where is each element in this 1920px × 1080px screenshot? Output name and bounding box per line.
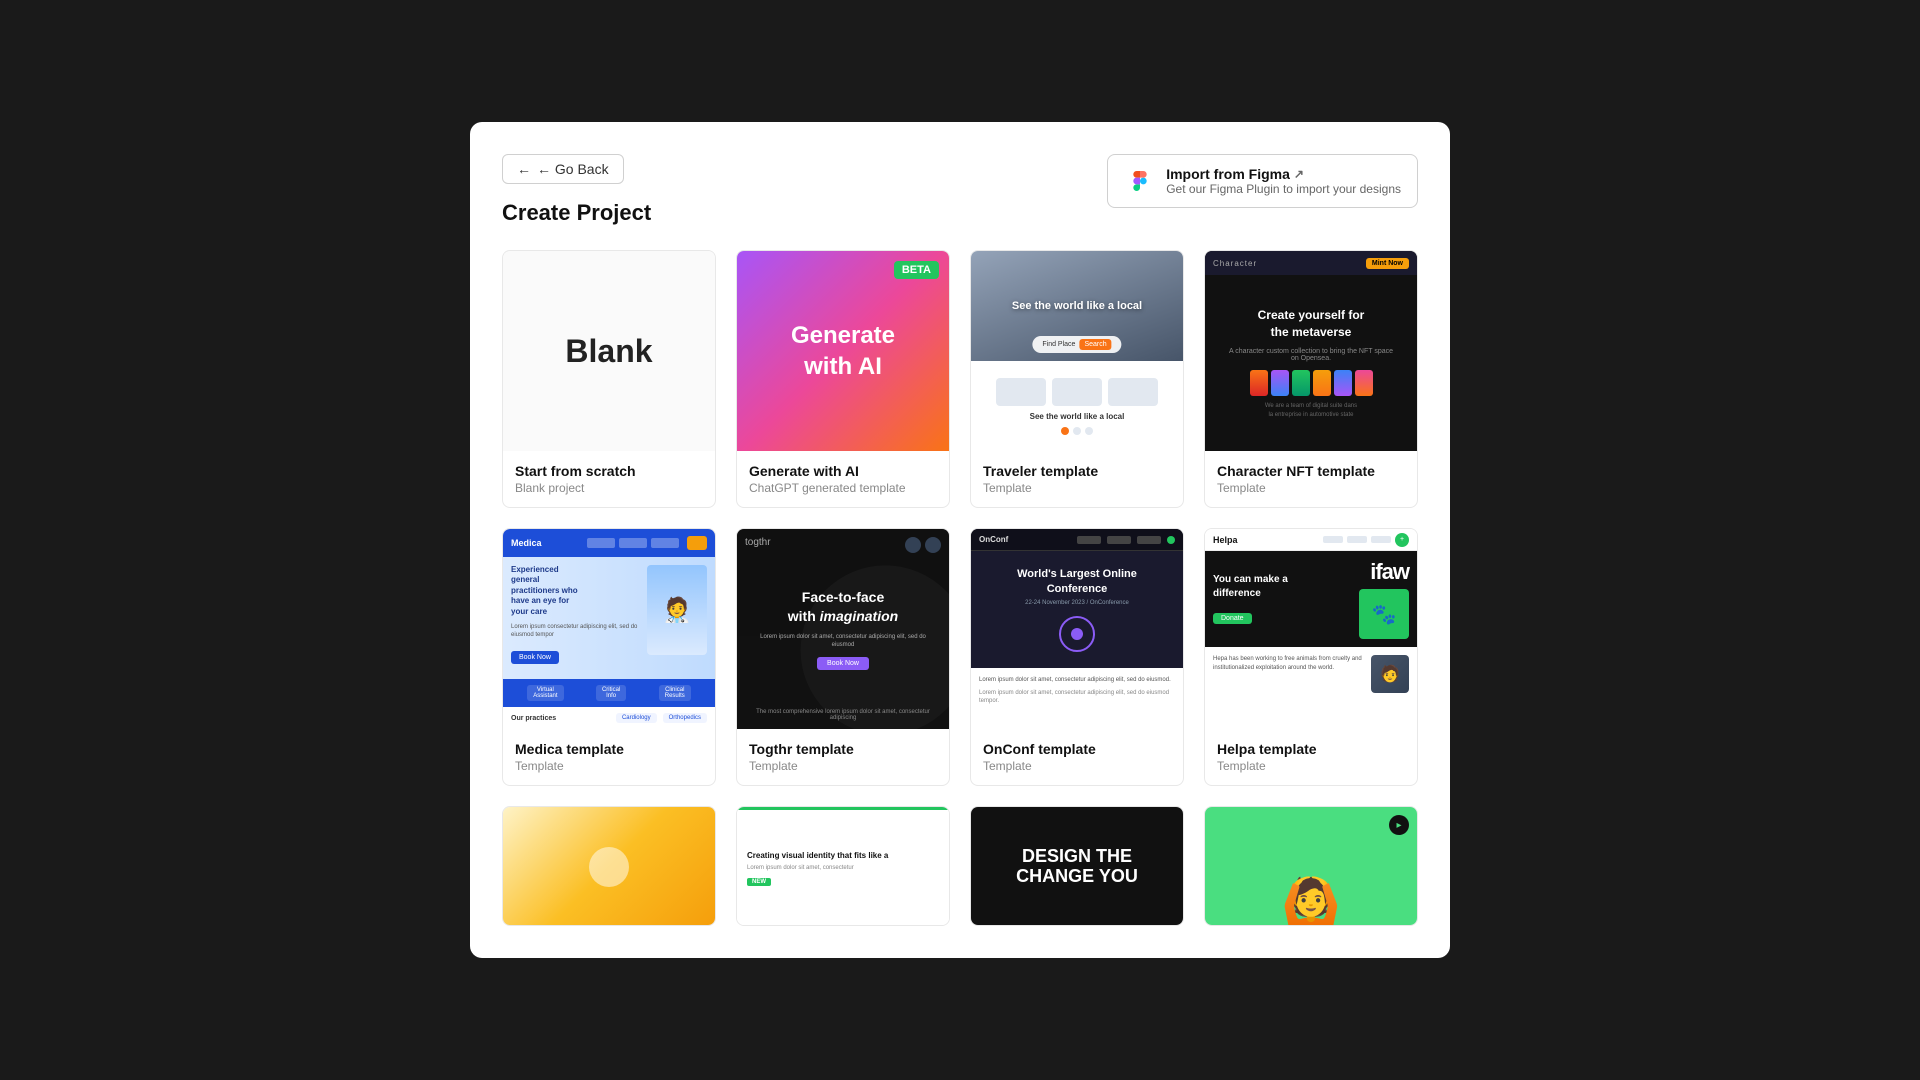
partial-card-3[interactable]: DESIGN THECHANGE YOU	[970, 806, 1184, 926]
nft-title-text: Create yourself forthe metaverse	[1225, 307, 1397, 341]
onconf-card-title: OnConf template	[983, 741, 1171, 757]
traveler-thumbnail: See the world like a local Find Place Se…	[971, 251, 1183, 451]
blank-card-title: Start from scratch	[515, 463, 703, 479]
helpa-card-subtitle: Template	[1217, 759, 1405, 773]
helpa-brand: Helpa	[1213, 535, 1238, 545]
partial-thumb-1	[503, 807, 715, 926]
blank-label: Blank	[565, 333, 652, 370]
figma-import-text: Import from Figma ↗ Get our Figma Plugin…	[1166, 166, 1401, 196]
ai-card-info: Generate with AI ChatGPT generated templ…	[737, 451, 949, 507]
nft-card[interactable]: Character Mint Now Create yourself forth…	[1204, 250, 1418, 508]
nft-card-subtitle: Template	[1217, 481, 1405, 495]
togthr-thumbnail: togthr Face-to-facewith imagination Lore…	[737, 529, 949, 729]
templates-grid: Blank Start from scratch Blank project B…	[502, 250, 1418, 926]
partial-thumb-3: DESIGN THECHANGE YOU	[971, 807, 1183, 926]
ai-card[interactable]: BETA Generatewith AI Generate with AI Ch…	[736, 250, 950, 508]
onconf-hero-title: World's Largest OnlineConference	[1017, 567, 1137, 596]
medica-card-info: Medica template Template	[503, 729, 715, 785]
togthr-card-title: Togthr template	[749, 741, 937, 757]
figma-import-sub-text: Get our Figma Plugin to import your desi…	[1166, 182, 1401, 196]
traveler-card[interactable]: See the world like a local Find Place Se…	[970, 250, 1184, 508]
nft-thumbnail: Character Mint Now Create yourself forth…	[1205, 251, 1417, 451]
blank-card[interactable]: Blank Start from scratch Blank project	[502, 250, 716, 508]
modal-header: ← ← Go Back Create Project Import from F…	[502, 154, 1418, 226]
nft-card-info: Character NFT template Template	[1205, 451, 1417, 507]
traveler-card-info: Traveler template Template	[971, 451, 1183, 507]
partial-card-1[interactable]	[502, 806, 716, 926]
onconf-thumbnail: OnConf World's Largest OnlineConference …	[971, 529, 1183, 729]
helpa-card-info: Helpa template Template	[1205, 729, 1417, 785]
blank-card-subtitle: Blank project	[515, 481, 703, 495]
figma-import-button[interactable]: Import from Figma ↗ Get our Figma Plugin…	[1107, 154, 1418, 208]
helpa-card-title: Helpa template	[1217, 741, 1405, 757]
create-project-modal: ← ← Go Back Create Project Import from F…	[470, 122, 1450, 958]
togthr-logo: togthr	[745, 537, 771, 548]
helpa-hero-text: You can make adifference	[1213, 573, 1351, 601]
partial-thumb-2: Creating visual identity that fits like …	[737, 807, 949, 926]
togthr-card-subtitle: Template	[749, 759, 937, 773]
togthr-button: Book Now	[817, 657, 869, 670]
togthr-card-info: Togthr template Template	[737, 729, 949, 785]
external-link-icon: ↗	[1294, 167, 1304, 181]
traveler-local-text: See the world like a local	[1030, 412, 1125, 421]
ai-card-title: Generate with AI	[749, 463, 937, 479]
blank-thumbnail: Blank	[503, 251, 715, 451]
medica-card-subtitle: Template	[515, 759, 703, 773]
onconf-card-info: OnConf template Template	[971, 729, 1183, 785]
helpa-thumbnail: Helpa + You can make adifference Donate	[1205, 529, 1417, 729]
arrow-left-icon: ←	[517, 161, 531, 177]
onconf-brand: OnConf	[979, 535, 1008, 544]
medica-thumbnail: Medica Experiencedgeneralpractitioners w…	[503, 529, 715, 729]
medica-card-title: Medica template	[515, 741, 703, 757]
traveler-card-subtitle: Template	[983, 481, 1171, 495]
helpa-card[interactable]: Helpa + You can make adifference Donate	[1204, 528, 1418, 786]
medica-card[interactable]: Medica Experiencedgeneralpractitioners w…	[502, 528, 716, 786]
traveler-hero-text: See the world like a local	[1012, 300, 1142, 312]
figma-icon	[1124, 165, 1156, 197]
header-left: ← ← Go Back Create Project	[502, 154, 651, 226]
partial-card-4[interactable]: 🙆 ▸	[1204, 806, 1418, 926]
partial-dark-title: DESIGN THECHANGE YOU	[1016, 847, 1138, 887]
ai-thumb-text: Generatewith AI	[791, 320, 895, 382]
beta-badge: BETA	[894, 261, 939, 279]
partial-text-title: Creating visual identity that fits like …	[747, 851, 939, 860]
togthr-card[interactable]: togthr Face-to-facewith imagination Lore…	[736, 528, 950, 786]
page-title: Create Project	[502, 200, 651, 226]
ai-thumbnail: BETA Generatewith AI	[737, 251, 949, 451]
blank-card-info: Start from scratch Blank project	[503, 451, 715, 507]
partial-card-2[interactable]: Creating visual identity that fits like …	[736, 806, 950, 926]
go-back-button[interactable]: ← ← Go Back	[502, 154, 624, 184]
ai-card-subtitle: ChatGPT generated template	[749, 481, 937, 495]
togthr-hero-text: Face-to-facewith imagination	[749, 588, 937, 627]
onconf-card[interactable]: OnConf World's Largest OnlineConference …	[970, 528, 1184, 786]
nft-card-title: Character NFT template	[1217, 463, 1405, 479]
onconf-card-subtitle: Template	[983, 759, 1171, 773]
onconf-hero-sub: 22-24 November 2023 / OnConference	[1025, 600, 1129, 606]
traveler-card-title: Traveler template	[983, 463, 1171, 479]
go-back-label: ← Go Back	[537, 161, 609, 177]
figma-import-main-text: Import from Figma ↗	[1166, 166, 1401, 182]
partial-thumb-4: 🙆 ▸	[1205, 807, 1417, 926]
